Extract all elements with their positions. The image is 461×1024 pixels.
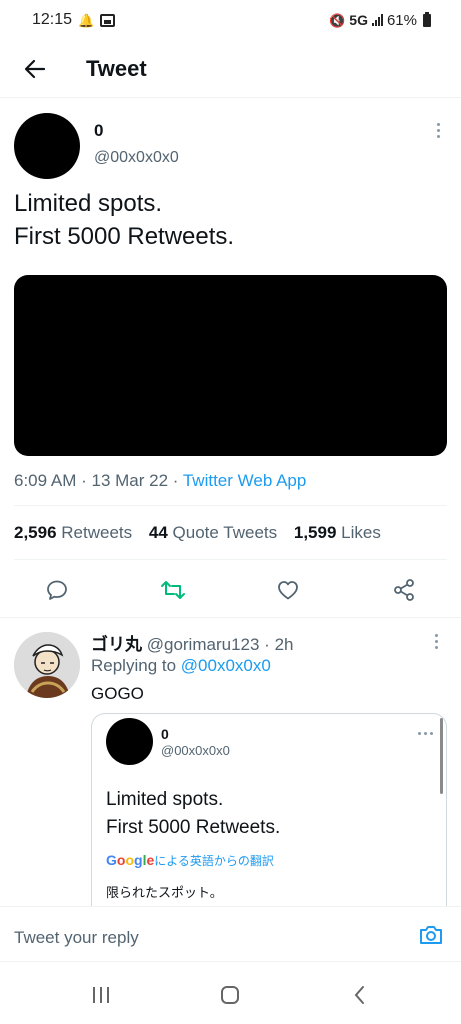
meta-separator: · [264,635,275,654]
battery-icon [423,11,431,27]
recent-apps-button[interactable] [88,984,114,1006]
retweet-button[interactable] [158,575,188,605]
camera-icon [420,926,442,944]
arrow-left-icon [24,59,46,78]
reply-time: 2h [274,635,294,654]
more-dot-icon [434,646,438,649]
retweets-stat[interactable]: 2,596 Retweets [14,523,132,542]
more-dot-icon [434,640,438,643]
tweet-date: 13 Mar 22 [91,471,169,490]
divider [14,559,447,560]
reply-avatar[interactable] [14,632,80,698]
app-header: Tweet [0,40,461,98]
reply-input[interactable]: Tweet your reply [14,928,139,948]
author-name[interactable]: 0 [94,121,103,141]
more-options-button[interactable] [428,123,448,143]
author-avatar[interactable] [14,113,80,179]
meta-separator: · [172,471,183,490]
network-type: 5G [349,12,368,28]
quote-author-handle: @00x0x0x0 [161,743,230,758]
mute-icon: 🔇 [329,12,346,28]
heart-icon [278,581,298,600]
tweet-text: Limited spots. First 5000 Retweets. [14,187,234,253]
quote-avatar [106,718,153,765]
replying-mention-link[interactable]: @00x0x0x0 [181,656,271,675]
author-handle[interactable]: @00x0x0x0 [94,149,179,167]
tweet-actions [0,571,461,607]
status-right: 🔇 5G 61% [329,11,431,29]
tweet-media[interactable] [14,275,447,456]
reply-author-name[interactable]: ゴリ丸 [91,635,142,654]
tweet-app-link[interactable]: Twitter Web App [183,471,306,490]
quote-text-line: Limited spots. [106,789,224,810]
share-button[interactable] [389,575,419,605]
replying-prefix: Replying to [91,656,177,675]
more-dot-icon [418,732,421,735]
quote-more-icon [418,732,433,735]
character-avatar-icon [14,632,80,698]
divider [0,617,461,618]
reply-button[interactable] [42,575,72,605]
like-button[interactable] [273,575,303,605]
translated-text: 限られたスポット。 [106,885,223,900]
status-bar: 12:15 🔔 🔇 5G 61% [0,0,461,40]
meta-separator: · [81,471,92,490]
reply-header: ゴリ丸 @gorimaru123 · 2h [91,630,293,655]
home-button[interactable] [217,984,243,1006]
divider [14,505,447,506]
reply-author-handle[interactable]: @gorimaru123 [147,635,260,654]
more-dot-icon [436,123,440,126]
reply-text: GOGO [91,684,144,703]
quote-text: Limited spots. First 5000 Retweets. [106,786,280,842]
android-nav-bar [0,966,461,1024]
more-dot-icon [436,135,440,138]
reply-more-options-button[interactable] [430,634,442,654]
quote-text-line: First 5000 Retweets. [106,817,281,838]
recent-apps-icon [93,987,109,1003]
page-title: Tweet [86,55,147,81]
back-button[interactable] [0,40,70,98]
likes-stat[interactable]: 1,599 Likes [294,523,381,542]
tweet-stats: 2,596 Retweets 44 Quote Tweets 1,599 Lik… [14,523,393,543]
tweet-text-line: Limited spots. [14,190,163,217]
gallery-icon [100,13,116,27]
signal-icon [371,14,383,26]
tweet-time: 6:09 AM [14,471,77,490]
tweet-text-line: First 5000 Retweets. [14,223,235,250]
quoted-tweet[interactable]: 0 @00x0x0x0 Limited spots. First 5000 Re… [91,713,447,913]
notification-bell-icon: 🔔 [78,12,95,28]
google-logo: Google [106,852,155,868]
more-dot-icon [434,634,438,637]
chevron-left-icon [354,986,364,1004]
replying-to: Replying to @00x0x0x0 [91,656,271,676]
home-icon [221,986,239,1004]
more-dot-icon [436,129,440,132]
translation-credit[interactable]: Googleによる英語からの翻訳 [106,852,274,869]
quote-author-name: 0 [161,726,169,742]
back-nav-button[interactable] [347,984,373,1006]
status-time: 12:15 [32,11,73,28]
status-left: 12:15 🔔 [32,11,116,29]
translation-label: による英語からの翻訳 [154,854,274,868]
quote-scrollbar[interactable] [440,718,443,794]
retweet-icon [161,581,185,599]
reply-composer[interactable]: Tweet your reply [0,906,461,962]
more-dot-icon [424,732,427,735]
reply-icon [47,580,67,600]
battery-percent: 61% [386,11,417,29]
quote-tweets-stat[interactable]: 44 Quote Tweets [149,523,277,542]
camera-button[interactable] [416,921,446,949]
share-icon [394,579,414,601]
tweet-meta: 6:09 AM · 13 Mar 22 · Twitter Web App [14,471,306,491]
more-dot-icon [430,732,433,735]
